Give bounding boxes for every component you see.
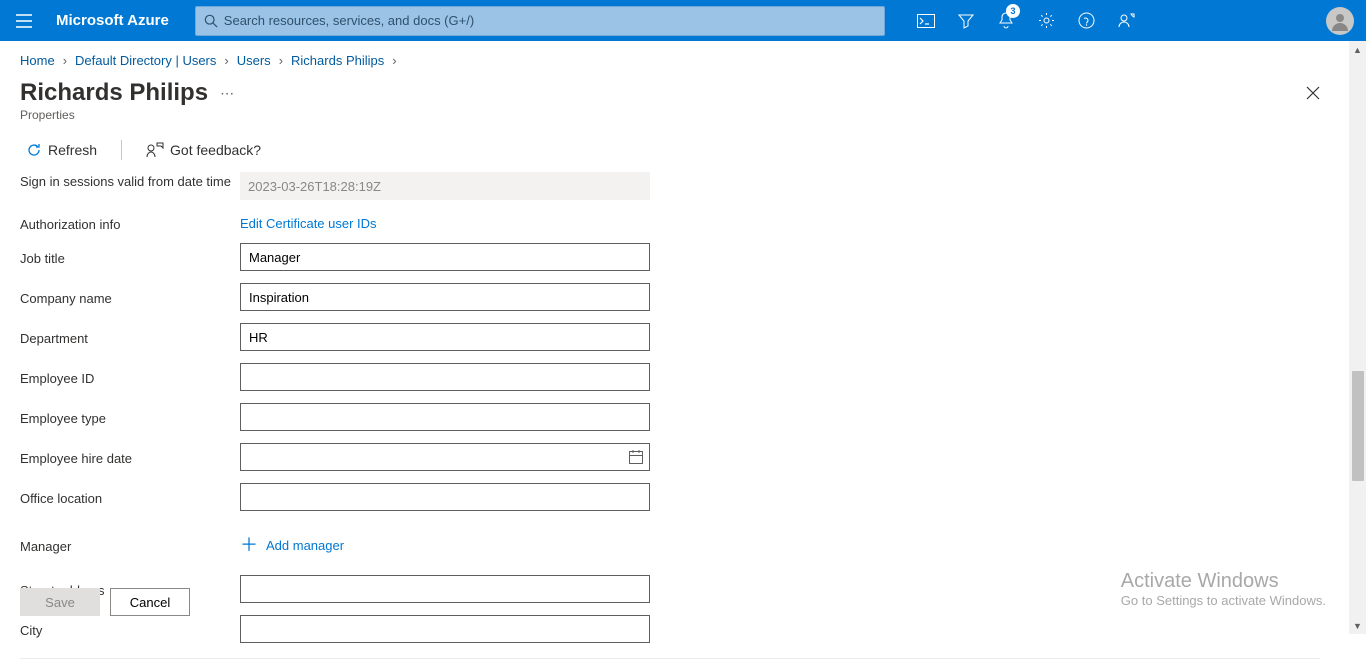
settings-button[interactable] — [1026, 0, 1066, 41]
office-location-label: Office location — [20, 489, 240, 506]
refresh-button[interactable]: Refresh — [20, 138, 103, 162]
gear-icon — [1038, 12, 1055, 29]
cloud-shell-icon — [917, 14, 935, 28]
chevron-right-icon: › — [63, 53, 67, 68]
search-box[interactable] — [195, 6, 885, 36]
department-label: Department — [20, 329, 240, 346]
search-wrapper — [195, 6, 885, 36]
chevron-right-icon: › — [224, 53, 228, 68]
feedback-button[interactable]: Got feedback? — [140, 138, 267, 162]
page-toolbar: Refresh Got feedback? — [0, 132, 1366, 172]
top-icons: 3 — [906, 0, 1146, 41]
title-bar: Richards Philips ⋯ — [0, 74, 1366, 108]
filter-icon — [958, 13, 974, 29]
scroll-down-arrow[interactable]: ▼ — [1349, 617, 1366, 634]
cloud-shell-button[interactable] — [906, 0, 946, 41]
job-title-input[interactable] — [240, 243, 650, 271]
cancel-button[interactable]: Cancel — [110, 588, 190, 616]
feedback-top-button[interactable] — [1106, 0, 1146, 41]
hamburger-icon — [16, 14, 32, 28]
department-input[interactable] — [240, 323, 650, 351]
breadcrumb-directory[interactable]: Default Directory | Users — [75, 53, 216, 68]
breadcrumb-user[interactable]: Richards Philips — [291, 53, 384, 68]
edit-certificate-link[interactable]: Edit Certificate user IDs — [240, 216, 377, 231]
signin-sessions-value: 2023-03-26T18:28:19Z — [240, 172, 650, 200]
calendar-picker-button[interactable] — [628, 449, 644, 465]
chevron-right-icon: › — [279, 53, 283, 68]
city-label: City — [20, 621, 240, 638]
search-icon — [204, 14, 218, 28]
top-bar: Microsoft Azure 3 — [0, 0, 1366, 41]
office-location-input[interactable] — [240, 483, 650, 511]
menu-button[interactable] — [0, 0, 48, 41]
more-actions-button[interactable]: ⋯ — [220, 85, 236, 102]
directory-filter-button[interactable] — [946, 0, 986, 41]
signin-sessions-label: Sign in sessions valid from date time — [20, 172, 240, 189]
notification-badge: 3 — [1006, 4, 1020, 18]
feedback-label: Got feedback? — [170, 142, 261, 158]
breadcrumb: Home › Default Directory | Users › Users… — [0, 41, 1366, 74]
page-subtitle: Properties — [0, 108, 1366, 132]
help-icon — [1078, 12, 1095, 29]
add-manager-button[interactable]: ＋ Add manager — [240, 536, 650, 554]
employee-id-input[interactable] — [240, 363, 650, 391]
help-button[interactable] — [1066, 0, 1106, 41]
add-manager-label: Add manager — [266, 538, 344, 553]
employee-hire-date-input[interactable] — [240, 443, 650, 471]
vertical-scrollbar[interactable]: ▲ ▼ — [1349, 41, 1366, 634]
footer-actions: Save Cancel — [20, 588, 190, 616]
feedback-icon — [146, 142, 164, 158]
manager-label: Manager — [20, 537, 240, 554]
company-name-label: Company name — [20, 289, 240, 306]
search-input[interactable] — [224, 13, 876, 28]
properties-form: Sign in sessions valid from date time 20… — [0, 172, 1366, 659]
chevron-right-icon: › — [392, 53, 396, 68]
company-name-input[interactable] — [240, 283, 650, 311]
close-icon — [1306, 86, 1320, 100]
breadcrumb-home[interactable]: Home — [20, 53, 55, 68]
page-title: Richards Philips — [20, 79, 208, 107]
employee-hire-date-label: Employee hire date — [20, 449, 240, 466]
employee-id-label: Employee ID — [20, 369, 240, 386]
employee-type-input[interactable] — [240, 403, 650, 431]
refresh-label: Refresh — [48, 142, 97, 158]
job-title-label: Job title — [20, 249, 240, 266]
authorization-info-label: Authorization info — [20, 215, 240, 232]
brand-label: Microsoft Azure — [48, 12, 187, 29]
scrollbar-thumb[interactable] — [1352, 371, 1364, 481]
plus-icon: ＋ — [240, 536, 258, 554]
save-button[interactable]: Save — [20, 588, 100, 616]
person-feedback-icon — [1118, 12, 1135, 29]
avatar-icon — [1330, 11, 1350, 31]
city-input[interactable] — [240, 615, 650, 643]
calendar-icon — [628, 449, 644, 465]
employee-type-label: Employee type — [20, 409, 240, 426]
refresh-icon — [26, 142, 42, 158]
street-address-input[interactable] — [240, 575, 650, 603]
toolbar-divider — [121, 140, 122, 160]
close-button[interactable] — [1298, 78, 1328, 108]
account-avatar[interactable] — [1326, 7, 1354, 35]
scroll-up-arrow[interactable]: ▲ — [1349, 41, 1366, 58]
breadcrumb-users[interactable]: Users — [237, 53, 271, 68]
notifications-button[interactable]: 3 — [986, 0, 1026, 41]
